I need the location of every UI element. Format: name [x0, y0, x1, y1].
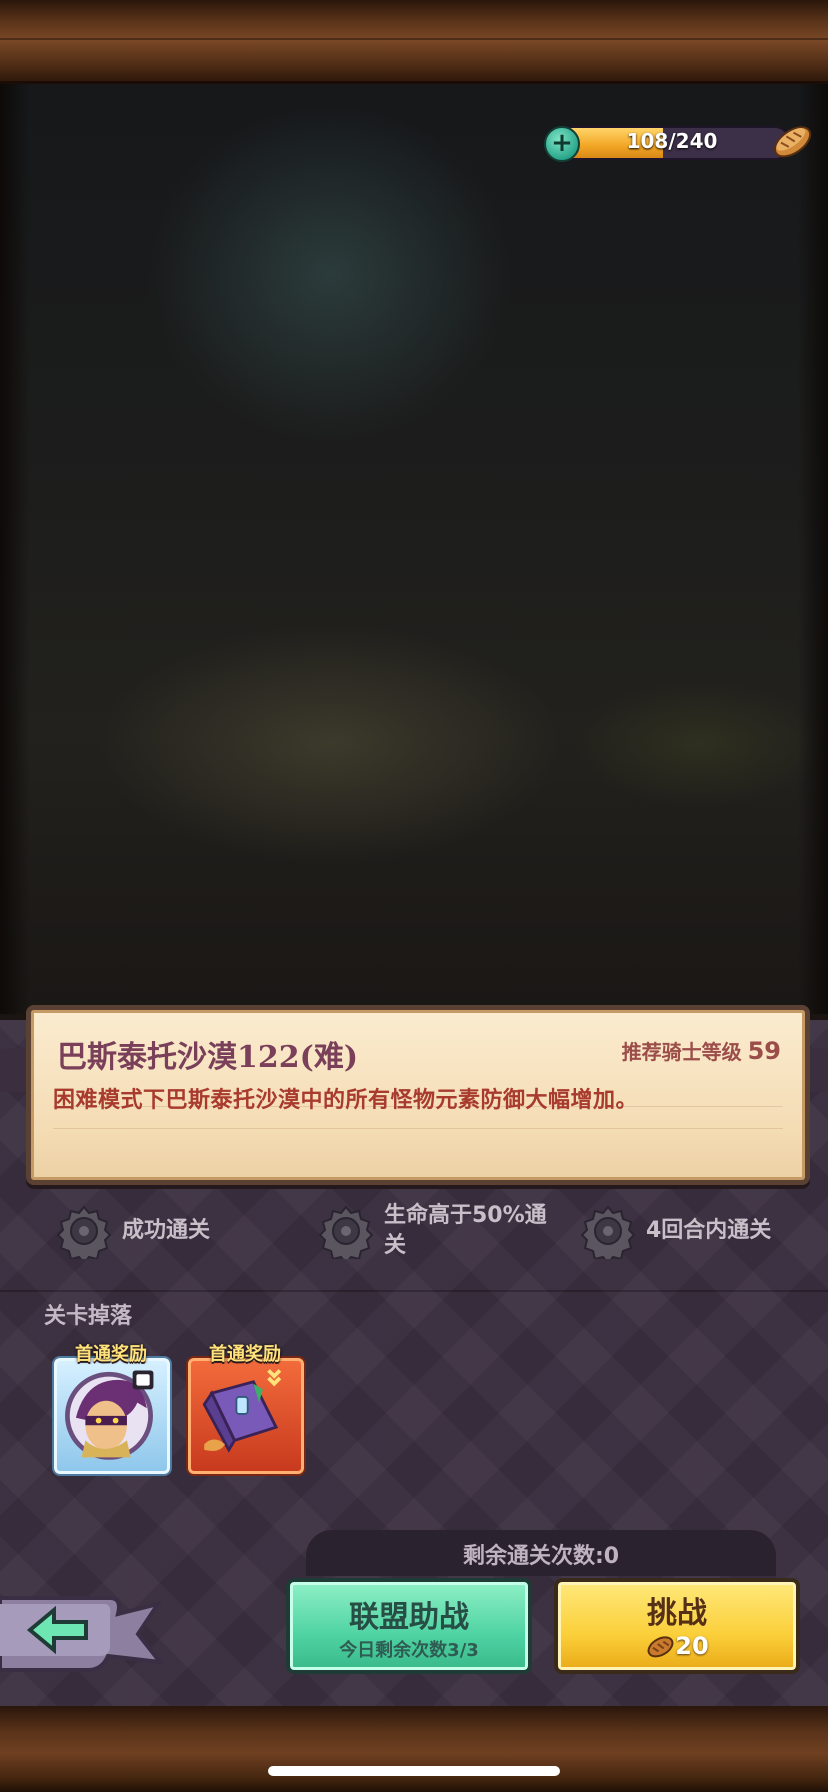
section-divider: [0, 1290, 828, 1292]
bread-icon: [774, 126, 812, 158]
goal-text: 成功通关: [122, 1218, 211, 1243]
alliance-assist-label: 联盟助战: [349, 1600, 469, 1635]
recommended-level-label: 推荐骑士等级: [621, 1040, 742, 1064]
reward-frame: [54, 1358, 170, 1474]
stage-description-card: 巴斯泰托沙漠122(难) 推荐骑士等级 59 困难模式下巴斯泰托沙漠中的所有怪物元…: [26, 1005, 810, 1185]
reward-item[interactable]: 首通奖励: [54, 1340, 170, 1474]
stage-title: 巴斯泰托沙漠122(难): [57, 1040, 359, 1075]
recommended-level: 推荐骑士等级 59: [622, 1036, 781, 1065]
gear-icon: [580, 1205, 636, 1259]
spell-book-icon: [202, 1369, 282, 1453]
goal-item: 成功通关: [56, 1196, 210, 1266]
stamina-bar: 108/240 +: [544, 122, 814, 164]
gear-icon: [56, 1205, 112, 1259]
reward-label: 首通奖励: [75, 1344, 147, 1365]
plus-icon[interactable]: +: [544, 126, 580, 162]
challenge-button[interactable]: 挑战 20: [554, 1578, 800, 1674]
goal-item: 生命高于50%通 关: [318, 1196, 547, 1266]
bottom-wood-frame: [0, 1706, 828, 1792]
reward-item[interactable]: 首通奖励: [188, 1340, 304, 1474]
remaining-clears-text: 剩余通关次数:0: [462, 1544, 620, 1569]
home-indicator[interactable]: [268, 1766, 560, 1776]
goal-text: 4回合内通关: [646, 1218, 772, 1243]
stage-goals: 成功通关 生命高于50%通 关 4回合内通关: [0, 1196, 828, 1266]
scene-shadow-right: [798, 84, 828, 1014]
challenge-label: 挑战: [647, 1596, 707, 1631]
goal-item: 4回合内通关: [580, 1196, 771, 1266]
gear-icon: [318, 1205, 374, 1259]
alliance-assist-button[interactable]: 联盟助战 今日剩余次数3/3: [286, 1578, 532, 1674]
scene-shadow-left: [0, 84, 30, 1014]
reward-frame: [188, 1358, 304, 1474]
back-arrow-icon[interactable]: [0, 1580, 180, 1680]
reward-label: 首通奖励: [209, 1344, 281, 1365]
top-wood-frame: [0, 0, 828, 84]
bread-icon: [647, 1636, 674, 1658]
challenge-cost-value: 20: [675, 1632, 709, 1660]
masked-hero-portrait-icon: [65, 1370, 154, 1460]
challenge-cost: 20: [645, 1632, 709, 1660]
drops-title: 关卡掉落: [44, 1304, 133, 1329]
stamina-text: 108/240: [626, 129, 718, 153]
goal-text: 生命高于50%通 关: [384, 1203, 547, 1258]
recommended-level-value: 59: [747, 1037, 781, 1065]
stage-scene-background: [0, 84, 828, 1014]
alliance-assist-remaining: 今日剩余次数3/3: [339, 1640, 479, 1661]
stage-description: 困难模式下巴斯泰托沙漠中的所有怪物元素防御大幅增加。: [53, 1088, 639, 1113]
